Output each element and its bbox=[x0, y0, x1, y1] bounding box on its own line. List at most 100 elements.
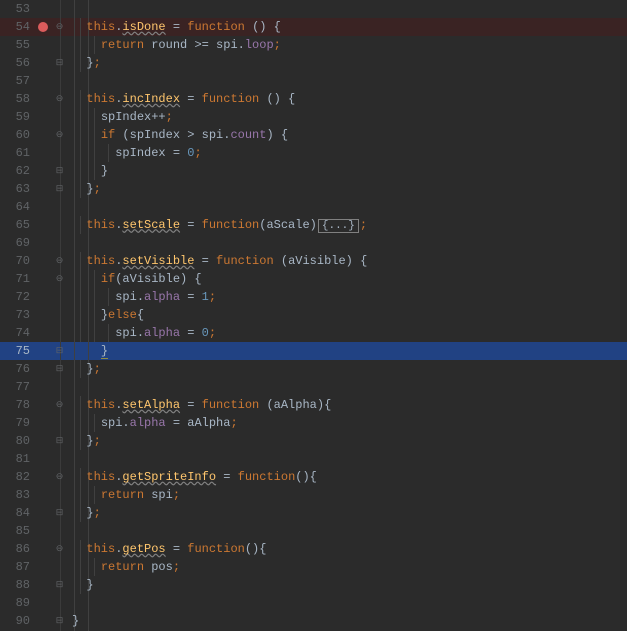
line-number: 83 bbox=[0, 486, 36, 504]
code-text: }; bbox=[72, 54, 101, 72]
gutter-row[interactable]: 55 bbox=[0, 36, 66, 54]
code-line[interactable]: } bbox=[66, 612, 627, 630]
fold-close-icon[interactable]: ⊟ bbox=[55, 617, 64, 626]
code-line[interactable]: } bbox=[66, 342, 627, 360]
gutter-markers: ⊟ bbox=[36, 365, 66, 374]
fold-open-icon[interactable]: ⊖ bbox=[55, 95, 64, 104]
code-area[interactable]: this.isDone = function () { return round… bbox=[66, 0, 627, 631]
gutter-row[interactable]: 77 bbox=[0, 378, 66, 396]
code-line[interactable]: spIndex = 0; bbox=[66, 144, 627, 162]
gutter-row[interactable]: 73 bbox=[0, 306, 66, 324]
gutter-row[interactable]: 56⊟ bbox=[0, 54, 66, 72]
line-number: 64 bbox=[0, 198, 36, 216]
code-line[interactable]: this.setAlpha = function (aAlpha){ bbox=[66, 396, 627, 414]
code-line[interactable] bbox=[66, 594, 627, 612]
gutter-row[interactable]: 87 bbox=[0, 558, 66, 576]
code-line[interactable] bbox=[66, 198, 627, 216]
line-number: 71 bbox=[0, 270, 36, 288]
gutter-markers: ⊟ bbox=[36, 59, 66, 68]
gutter-row[interactable]: 62⊟ bbox=[0, 162, 66, 180]
code-line[interactable] bbox=[66, 72, 627, 90]
fold-open-icon[interactable]: ⊖ bbox=[55, 23, 64, 32]
gutter-row[interactable]: 86⊖ bbox=[0, 540, 66, 558]
fold-open-icon[interactable]: ⊖ bbox=[55, 473, 64, 482]
fold-close-icon[interactable]: ⊟ bbox=[55, 365, 64, 374]
gutter-row[interactable]: 74 bbox=[0, 324, 66, 342]
gutter-row[interactable]: 60⊖ bbox=[0, 126, 66, 144]
code-line[interactable]: this.incIndex = function () { bbox=[66, 90, 627, 108]
gutter-row[interactable]: 79 bbox=[0, 414, 66, 432]
gutter-row[interactable]: 78⊖ bbox=[0, 396, 66, 414]
gutter-row[interactable]: 80⊟ bbox=[0, 432, 66, 450]
code-line[interactable]: spi.alpha = aAlpha; bbox=[66, 414, 627, 432]
code-line[interactable]: } bbox=[66, 162, 627, 180]
code-line[interactable]: }; bbox=[66, 180, 627, 198]
gutter-row[interactable]: 57 bbox=[0, 72, 66, 90]
gutter-row[interactable]: 69 bbox=[0, 234, 66, 252]
gutter-row[interactable]: 65 bbox=[0, 216, 66, 234]
gutter-row[interactable]: 89 bbox=[0, 594, 66, 612]
gutter[interactable]: 5354⊖5556⊟5758⊖5960⊖6162⊟63⊟64656970⊖71 ⊖… bbox=[0, 0, 66, 631]
code-line[interactable]: }else{ bbox=[66, 306, 627, 324]
gutter-row[interactable]: 61 bbox=[0, 144, 66, 162]
code-line[interactable]: spi.alpha = 0; bbox=[66, 324, 627, 342]
code-line[interactable]: }; bbox=[66, 504, 627, 522]
gutter-row[interactable]: 82⊖ bbox=[0, 468, 66, 486]
code-line[interactable]: if (spIndex > spi.count) { bbox=[66, 126, 627, 144]
gutter-row[interactable]: 88⊟ bbox=[0, 576, 66, 594]
code-line[interactable]: return spi; bbox=[66, 486, 627, 504]
line-number: 73 bbox=[0, 306, 36, 324]
gutter-row[interactable]: 64 bbox=[0, 198, 66, 216]
code-line[interactable] bbox=[66, 378, 627, 396]
fold-open-icon[interactable]: ⊖ bbox=[55, 275, 64, 284]
gutter-row[interactable]: 90⊟ bbox=[0, 612, 66, 630]
gutter-row[interactable]: 70⊖ bbox=[0, 252, 66, 270]
gutter-row[interactable]: 63⊟ bbox=[0, 180, 66, 198]
fold-open-icon[interactable]: ⊖ bbox=[55, 257, 64, 266]
gutter-row[interactable]: 85 bbox=[0, 522, 66, 540]
code-line[interactable] bbox=[66, 450, 627, 468]
fold-close-icon[interactable]: ⊟ bbox=[55, 167, 64, 176]
fold-open-icon[interactable]: ⊖ bbox=[55, 131, 64, 140]
breakpoint-icon[interactable] bbox=[38, 22, 48, 32]
gutter-row[interactable]: 53 bbox=[0, 0, 66, 18]
fold-close-icon[interactable]: ⊟ bbox=[55, 581, 64, 590]
code-line[interactable] bbox=[66, 522, 627, 540]
fold-close-icon[interactable]: ⊟ bbox=[55, 509, 64, 518]
code-line[interactable]: this.getPos = function(){ bbox=[66, 540, 627, 558]
gutter-row[interactable]: 72 bbox=[0, 288, 66, 306]
code-line[interactable]: spIndex++; bbox=[66, 108, 627, 126]
gutter-row[interactable]: 84⊟ bbox=[0, 504, 66, 522]
code-line[interactable]: if(aVisible) { bbox=[66, 270, 627, 288]
code-line[interactable]: }; bbox=[66, 432, 627, 450]
code-line[interactable]: }; bbox=[66, 360, 627, 378]
code-line[interactable]: this.isDone = function () { bbox=[66, 18, 627, 36]
fold-open-icon[interactable]: ⊖ bbox=[55, 401, 64, 410]
code-line[interactable]: } bbox=[66, 576, 627, 594]
code-line[interactable]: this.setScale = function(aScale){...}; bbox=[66, 216, 627, 234]
gutter-row[interactable]: 81 bbox=[0, 450, 66, 468]
gutter-row[interactable]: 76⊟ bbox=[0, 360, 66, 378]
code-text: spIndex = 0; bbox=[72, 144, 202, 162]
code-line[interactable]: this.setVisible = function (aVisible) { bbox=[66, 252, 627, 270]
gutter-row[interactable]: 58⊖ bbox=[0, 90, 66, 108]
gutter-row[interactable]: 83 bbox=[0, 486, 66, 504]
fold-close-icon[interactable]: ⊟ bbox=[55, 185, 64, 194]
gutter-row[interactable]: 59 bbox=[0, 108, 66, 126]
gutter-row[interactable]: 71 ⊖ bbox=[0, 270, 66, 288]
fold-open-icon[interactable]: ⊖ bbox=[55, 545, 64, 554]
code-line[interactable]: this.getSpriteInfo = function(){ bbox=[66, 468, 627, 486]
code-line[interactable] bbox=[66, 234, 627, 252]
code-line[interactable]: return round >= spi.loop; bbox=[66, 36, 627, 54]
code-line[interactable] bbox=[66, 0, 627, 18]
code-line[interactable]: return pos; bbox=[66, 558, 627, 576]
gutter-row[interactable]: 75⊟ bbox=[0, 342, 66, 360]
gutter-row[interactable]: 54⊖ bbox=[0, 18, 66, 36]
code-line[interactable]: }; bbox=[66, 54, 627, 72]
fold-close-icon[interactable]: ⊟ bbox=[55, 59, 64, 68]
code-line[interactable]: spi.alpha = 1; bbox=[66, 288, 627, 306]
fold-close-icon[interactable]: ⊟ bbox=[55, 437, 64, 446]
code-editor[interactable]: 5354⊖5556⊟5758⊖5960⊖6162⊟63⊟64656970⊖71 ⊖… bbox=[0, 0, 627, 631]
fold-close-icon[interactable]: ⊟ bbox=[55, 347, 64, 356]
code-text: this.getPos = function(){ bbox=[72, 540, 266, 558]
